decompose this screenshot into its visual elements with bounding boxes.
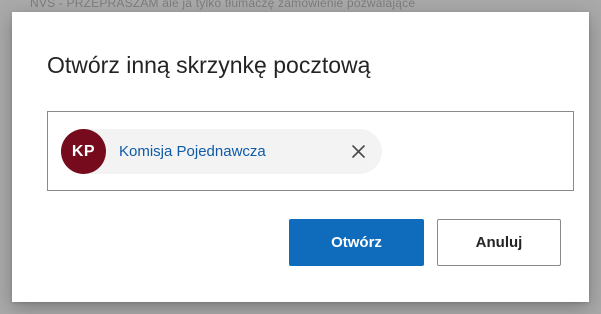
open-mailbox-dialog: Otwórz inną skrzynkę pocztową KP Komisja… — [12, 12, 589, 302]
selected-persona-chip[interactable]: KP Komisja Pojednawcza — [61, 129, 382, 174]
mailbox-picker-input[interactable]: KP Komisja Pojednawcza — [47, 111, 574, 191]
close-icon — [352, 145, 365, 158]
cancel-button[interactable]: Anuluj — [437, 219, 561, 266]
dialog-title: Otwórz inną skrzynkę pocztową — [47, 52, 371, 78]
open-button[interactable]: Otwórz — [289, 219, 424, 266]
remove-persona-button[interactable] — [347, 140, 370, 163]
background-email-subject: NVS - PRZEPRASZAM ale ja tylko tłumaczę … — [30, 0, 416, 10]
persona-name: Komisja Pojednawcza — [119, 143, 266, 160]
avatar: KP — [61, 129, 106, 174]
